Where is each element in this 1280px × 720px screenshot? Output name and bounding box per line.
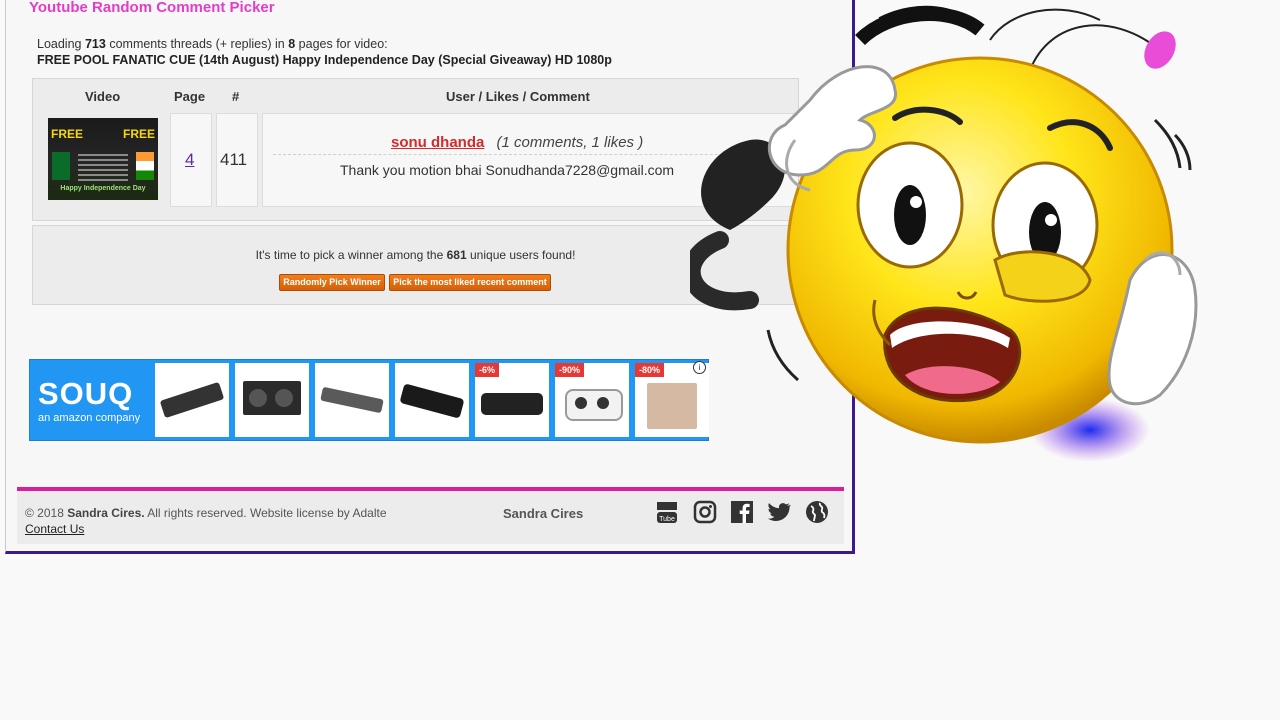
winner-prompt: It's time to pick a winner among the 681… [255,248,576,262]
discount-badge: -6% [475,363,500,377]
comment-number: 411 [220,150,248,169]
most-liked-button[interactable]: Pick the most liked recent comment [389,274,551,291]
page-cell: 4 [170,113,212,207]
header-number: # [232,89,240,104]
footer: © 2018 Sandra Cires. All rights reserved… [17,487,844,544]
ad-product-vr-headset[interactable]: -90% [555,363,629,437]
facebook-icon[interactable] [730,500,754,524]
results-table: Video Page # User / Likes / Comment FREE… [32,78,799,221]
page-count: 8 [288,37,296,51]
unique-user-count: 681 [446,248,467,262]
worried-emoji-icon [682,5,1198,462]
discount-badge: -80% [635,363,665,377]
video-title: FREE POOL FANATIC CUE (14th August) Happ… [37,53,612,67]
number-cell: 411 [216,113,258,207]
discount-badge: -90% [555,363,585,377]
comment-count: 713 [84,37,106,51]
header-user: User / Likes / Comment [446,89,590,104]
globe-icon[interactable] [805,500,829,524]
copyright: © 2018 Sandra Cires. All rights reserved… [25,506,387,520]
svg-text:Tube: Tube [659,516,675,523]
app-title: Youtube Random Comment Picker [29,0,275,16]
page-link[interactable]: 4 [185,150,194,170]
video-thumbnail[interactable]: FREE FREE Happy Independence Day [48,118,158,200]
worried-emoji-overlay [682,0,1250,490]
ad-product-powerbank[interactable] [155,363,229,437]
pakistan-flag-icon [52,152,70,180]
instagram-icon[interactable] [693,500,717,524]
footer-site-name: Sandra Cires [503,506,584,521]
user-name-link[interactable]: sonu dhanda [391,134,484,151]
winner-panel: It's time to pick a winner among the 681… [32,225,799,305]
random-pick-button[interactable]: Randomly Pick Winner [279,274,385,291]
comment-text: Thank you motion bhai Sonudhanda7228@gma… [340,162,675,178]
ad-product-battery[interactable]: -6% [475,363,549,437]
souq-logo: SOUQ [38,376,134,411]
ad-product-graphics-card[interactable] [235,363,309,437]
header-video: Video [85,89,121,104]
ad-product-charger[interactable] [315,363,389,437]
user-stats: (1 comments, 1 likes ) [496,134,644,151]
header-page: Page [174,89,206,104]
twitter-icon[interactable] [767,500,791,524]
india-flag-icon [136,152,154,180]
souq-tagline: an amazon company [38,412,141,424]
copyright-owner: Sandra Cires. [67,506,145,520]
ad-product-powerbank-2[interactable] [395,363,469,437]
souq-ad-banner[interactable]: SOUQ an amazon company -6% -90% -80% i [29,359,709,441]
loading-status: Loading 713 comments threads (+ replies)… [37,37,612,67]
contact-us-link[interactable]: Contact Us [25,522,84,536]
youtube-icon[interactable]: Tube [655,500,679,524]
